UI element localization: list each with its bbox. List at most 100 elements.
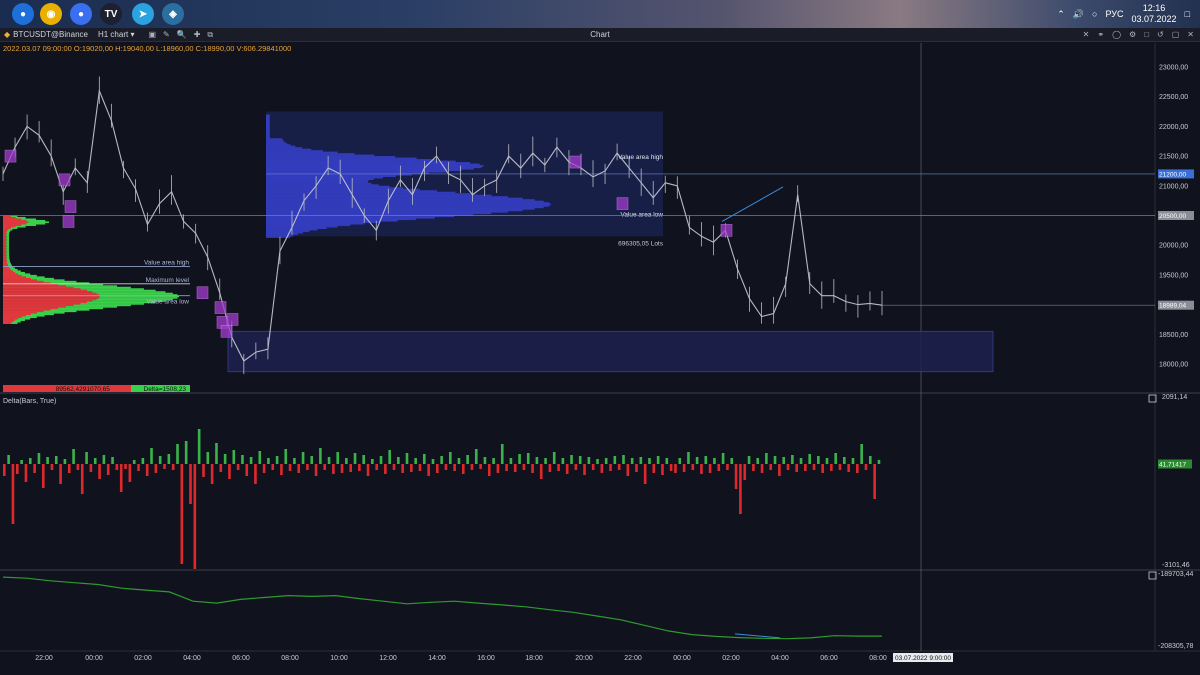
profile-box-bar: [266, 231, 304, 234]
profile-box-bar: [266, 211, 508, 213]
maximize-icon[interactable]: ▢: [1172, 30, 1180, 39]
profile-bar-buy: [6, 246, 10, 249]
delta-value-label: 41,71417: [1159, 462, 1186, 469]
delta-bar: [115, 464, 119, 470]
pencil-icon[interactable]: ✎: [163, 30, 170, 40]
time-tick-label: 00:00: [673, 655, 691, 662]
profile-bar-sell: [3, 257, 7, 259]
delta-bar: [314, 464, 318, 476]
profile-box-bar: [266, 127, 270, 130]
signal-marker: [226, 313, 239, 326]
camera-icon[interactable]: ◯: [1112, 30, 1121, 39]
timeframe-selector[interactable]: H1 chart ▾: [98, 30, 134, 39]
delta-bar: [440, 456, 443, 464]
chrome-icon[interactable]: ◉: [40, 3, 62, 25]
chart-type-icon[interactable]: ▣: [148, 30, 156, 40]
profile-bar-buy: [26, 219, 46, 222]
profile-box-bar: [266, 176, 384, 179]
delta-bar: [730, 458, 734, 464]
messenger-icon[interactable]: ●: [70, 3, 92, 25]
share-icon[interactable]: ↺: [1157, 30, 1164, 39]
profile-bar-buy: [7, 263, 11, 265]
profile-bar-buy: [8, 228, 13, 231]
profile-bar-sell: [3, 273, 18, 276]
delta-bar: [635, 464, 638, 472]
profile-bar-buy: [15, 271, 25, 274]
lock-icon[interactable]: □: [1144, 30, 1149, 39]
notifications-icon[interactable]: □: [1185, 9, 1190, 19]
delta-bar: [609, 464, 612, 471]
time-tick-label: 10:00: [330, 655, 348, 662]
zoom-icon[interactable]: 🔍: [177, 30, 187, 40]
profile-bar-sell: [3, 260, 7, 262]
delta-bar: [851, 458, 855, 464]
window-controls: ✕ ⚭ ◯ ⚙ □ ↺ ▢ ✕: [1083, 30, 1194, 39]
profile-bar-sell: [3, 304, 74, 307]
profile-bar-sell: [3, 297, 99, 299]
delta-bar: [223, 454, 227, 464]
profile-bar-buy: [7, 261, 11, 264]
delta-bar: [622, 455, 625, 464]
settings-icon[interactable]: ⚙: [1129, 30, 1136, 39]
close-icon[interactable]: ✕: [1187, 30, 1194, 39]
price-tick-label: 21000,00: [1159, 183, 1188, 190]
delta-bar: [678, 458, 682, 464]
time-tick-label: 08:00: [869, 655, 887, 662]
trendline: [721, 186, 784, 222]
profile-bar-sell: [3, 255, 7, 258]
profile-box-bar: [266, 233, 298, 235]
profile-bar-sell: [3, 264, 8, 267]
profile-box-bar: [266, 179, 369, 182]
tradingview-icon[interactable]: TV: [100, 3, 122, 25]
delta-bar: [98, 464, 101, 479]
delta-bar: [591, 464, 595, 470]
profile-bar-buy: [15, 319, 25, 322]
delta-bar: [769, 464, 773, 470]
delta-bar: [604, 458, 608, 464]
delta-bar: [332, 464, 335, 474]
profile-box-bar: [266, 144, 291, 146]
sell-volume-label: 89562,4291: [56, 386, 91, 393]
delta-bar: [158, 456, 162, 464]
delta-bar: [15, 464, 19, 474]
delta-bar: [202, 464, 205, 477]
symbol-selector[interactable]: ◆ BTCUSDT@Binance: [4, 30, 88, 39]
chevron-up-icon[interactable]: ⌃: [1057, 9, 1065, 20]
profile-bar-sell: [3, 320, 13, 323]
chart-canvas[interactable]: 23000,00 22500,00 22000,00 21500,00 21000,00…: [0, 43, 1200, 675]
delta-bar: [648, 458, 651, 464]
profile-bar-sell: [3, 271, 16, 274]
templates-icon[interactable]: ⧉: [207, 30, 213, 40]
notes-app-icon[interactable]: ●: [12, 3, 34, 25]
delta-bar: [479, 464, 482, 469]
delta-bar: [72, 449, 75, 464]
profile-bar-sell: [3, 276, 26, 278]
speaker-icon[interactable]: 🔊: [1073, 9, 1084, 20]
cursor-icon[interactable]: ✕: [1083, 30, 1090, 39]
profile-bar-buy: [43, 280, 77, 283]
time-tick-label: 04:00: [183, 655, 201, 662]
network-icon[interactable]: ○: [1092, 9, 1097, 19]
language-indicator[interactable]: РУС: [1105, 9, 1123, 19]
profile-bar-sell: [3, 242, 7, 244]
link-icon[interactable]: ⚭: [1097, 30, 1104, 39]
profile-bar-sell: [3, 322, 11, 325]
profile-bar-buy: [6, 236, 10, 238]
profile-bar-buy: [6, 230, 11, 232]
trading-platform-icon[interactable]: ◈: [162, 3, 184, 25]
profile-bar-sell: [3, 288, 81, 290]
profile-bar-buy: [6, 242, 10, 244]
delta-bar: [206, 452, 210, 464]
telegram-icon[interactable]: ➤: [132, 3, 154, 25]
profile-box-bar: [266, 159, 438, 161]
profile-bar-sell: [3, 303, 81, 305]
profile-bar-buy: [15, 216, 26, 219]
delta-bar: [856, 464, 859, 473]
profile-bar-sell: [3, 234, 7, 237]
delta-bar: [50, 464, 54, 470]
profile-box-bar: [266, 132, 270, 134]
delta-bar: [474, 449, 478, 464]
crosshair-icon[interactable]: ✚: [194, 30, 201, 40]
clock[interactable]: 12:16 03.07.2022: [1132, 3, 1177, 25]
profile-bar-buy: [10, 268, 18, 271]
